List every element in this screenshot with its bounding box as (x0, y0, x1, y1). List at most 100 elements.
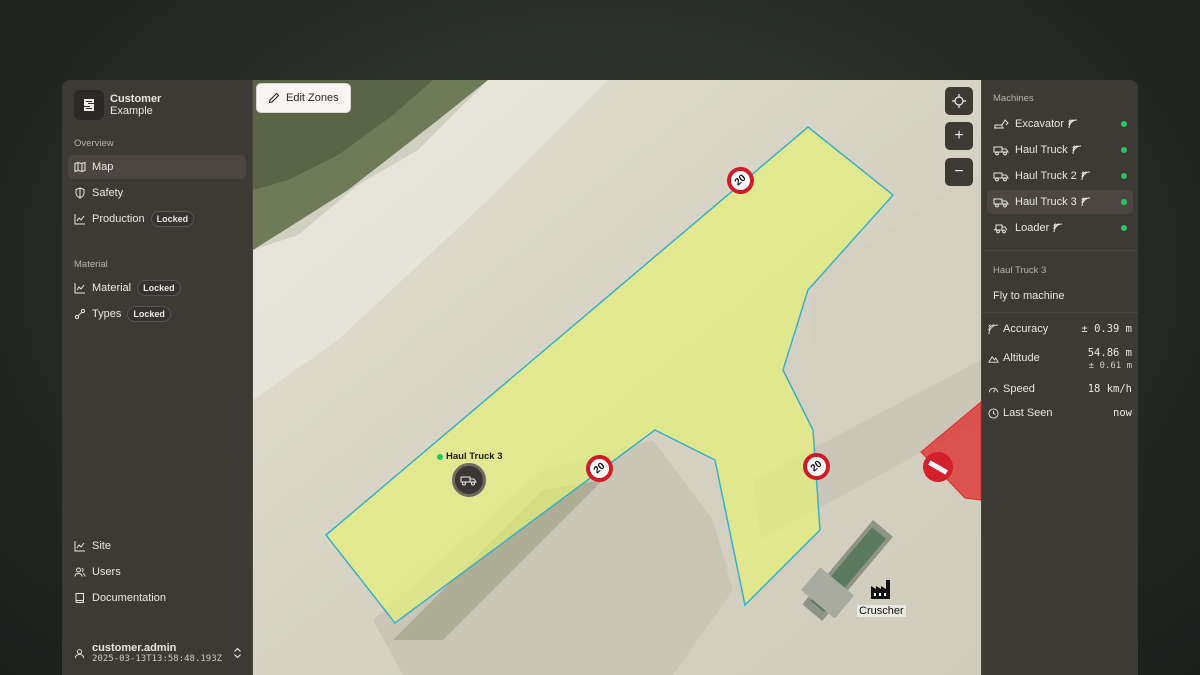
altitude-accuracy: ± 0.61 m (1088, 361, 1132, 371)
machine-item-excavator[interactable]: Excavator (987, 112, 1133, 136)
machine-label: Excavator (1015, 118, 1064, 130)
zoom-out-button[interactable]: − (945, 158, 973, 186)
altitude-value: 54.86 m (1087, 347, 1132, 359)
online-status-dot (1121, 121, 1127, 127)
altitude-row: Altitude 54.86 m ± 0.61 m (982, 343, 1138, 375)
excavator-icon (994, 119, 1009, 129)
sidebar-item-label: Production (92, 213, 145, 225)
chart-icon (74, 283, 85, 294)
locked-badge: Locked (137, 280, 181, 296)
signal-icon (988, 324, 999, 335)
loader-icon (993, 224, 1008, 234)
overview-section-label: Overview (74, 138, 114, 149)
speed-label: Speed (1003, 383, 1035, 395)
sidebar-item-label: Material (92, 282, 132, 294)
fly-to-machine-button[interactable]: Fly to machine (982, 280, 1138, 312)
machine-item-loader[interactable]: Loader (987, 216, 1133, 240)
machine-label: Loader (1015, 222, 1050, 234)
signal-icon (1081, 171, 1090, 181)
signal-icon (1072, 145, 1081, 155)
machine-item-haul-truck-2[interactable]: Haul Truck 2 (987, 164, 1133, 188)
book-icon (75, 593, 84, 603)
signal-icon (1081, 197, 1090, 207)
user-icon (74, 648, 85, 658)
last-seen-row: Last Seen now (982, 403, 1138, 423)
brand[interactable]: Customer Example (62, 80, 252, 130)
online-status-dot (1121, 225, 1127, 231)
machine-detail-title: Haul Truck 3 (993, 265, 1047, 276)
brand-subname: Example (110, 105, 153, 117)
chart-icon (74, 214, 85, 225)
locate-button[interactable] (945, 87, 973, 115)
app-window: Customer Example Overview Map Safety Pro… (62, 80, 1138, 675)
pencil-icon (268, 92, 280, 104)
crusher-marker[interactable]: Cruscher (857, 578, 906, 617)
users-icon (74, 567, 86, 577)
machines-heading: Machines (993, 93, 1034, 104)
last-seen-label: Last Seen (1003, 407, 1053, 419)
chart-icon (74, 541, 85, 552)
map-icon (74, 161, 86, 173)
user-timestamp: 2025-03-13T13:58:48.193Z (92, 654, 223, 664)
gauge-icon (988, 387, 999, 393)
machine-label: Haul Truck 3 (1015, 196, 1077, 208)
truck-icon (993, 146, 1009, 156)
chevron-up-down-icon[interactable] (233, 647, 242, 659)
machine-item-haul-truck[interactable]: Haul Truck (987, 138, 1133, 162)
signal-icon (1053, 223, 1063, 233)
truck-icon (460, 476, 477, 486)
brand-logo (74, 90, 104, 120)
sidebar-item-label: Types (92, 308, 122, 320)
machine-label: Haul Truck (1015, 144, 1068, 156)
haul-truck-marker[interactable] (452, 463, 486, 497)
accuracy-label: Accuracy (1003, 323, 1049, 335)
machine-item-haul-truck-3[interactable]: Haul Truck 3 (987, 190, 1133, 214)
crusher-label: Cruscher (857, 605, 906, 617)
no-entry-sign[interactable] (923, 452, 953, 482)
mountain-icon (988, 355, 999, 363)
sidebar-item-label: Site (92, 540, 111, 552)
online-status-dot (437, 453, 443, 460)
online-status-dot (1121, 173, 1127, 179)
edit-zones-label: Edit Zones (286, 92, 339, 104)
user-name: customer.admin (92, 642, 177, 654)
machines-panel: Machines Excavator Haul Truck Haul Truck… (981, 80, 1138, 675)
shield-icon (75, 187, 85, 199)
signal-icon (1068, 119, 1077, 129)
edit-zones-button[interactable]: Edit Zones (256, 83, 351, 113)
divider (982, 250, 1138, 251)
sidebar-item-label: Documentation (92, 592, 166, 604)
sidebar-item-safety[interactable]: Safety (68, 181, 246, 205)
sidebar: Customer Example Overview Map Safety Pro… (62, 80, 253, 675)
sidebar-item-users[interactable]: Users (68, 560, 246, 584)
accuracy-row: Accuracy ± 0.39 m (982, 319, 1138, 339)
zoom-in-button[interactable]: + (945, 122, 973, 150)
altitude-label: Altitude (1003, 352, 1040, 364)
types-icon (74, 308, 86, 320)
online-status-dot (1121, 199, 1127, 205)
speed-value: 18 km/h (1087, 383, 1132, 395)
clock-icon (988, 408, 999, 419)
sidebar-item-types[interactable]: Types Locked (68, 302, 246, 326)
accuracy-value: ± 0.39 m (1081, 323, 1132, 335)
truck-map-label: Haul Truck 3 (437, 451, 503, 462)
site-map[interactable]: Edit Zones + − 20 20 20 Haul Truck 3 Cru… (253, 80, 981, 675)
user-menu[interactable]: customer.admin 2025-03-13T13:58:48.193Z (62, 631, 252, 675)
truck-icon (993, 198, 1009, 208)
sidebar-item-label: Map (92, 161, 114, 173)
material-section-label: Material (74, 259, 108, 270)
sidebar-item-material[interactable]: Material Locked (68, 276, 246, 300)
speed-row: Speed 18 km/h (982, 379, 1138, 399)
crosshair-icon (952, 94, 966, 108)
machine-label: Haul Truck 2 (1015, 170, 1077, 182)
sidebar-item-production[interactable]: Production Locked (68, 207, 246, 231)
sidebar-item-documentation[interactable]: Documentation (68, 586, 246, 610)
locked-badge: Locked (127, 306, 171, 322)
sidebar-item-site[interactable]: Site (68, 534, 246, 558)
divider (982, 312, 1138, 313)
sidebar-item-map[interactable]: Map (68, 155, 246, 179)
brand-name: Customer (110, 93, 162, 105)
sidebar-item-label: Users (92, 566, 121, 578)
truck-map-label-text: Haul Truck 3 (446, 451, 503, 462)
sidebar-bottom-nav: Site Users Documentation (62, 532, 252, 612)
